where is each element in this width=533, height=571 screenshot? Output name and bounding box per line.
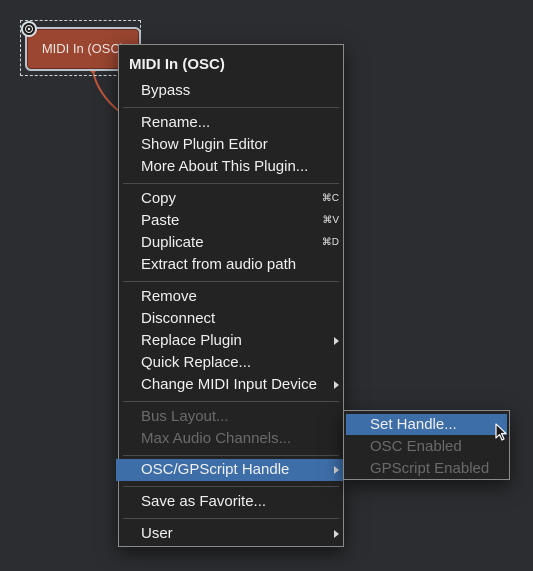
menu-item-label: OSC/GPScript Handle — [141, 461, 290, 478]
submenu-arrow-icon — [334, 381, 339, 389]
menu-item-more-about[interactable]: More About This Plugin... — [119, 156, 343, 178]
graph-canvas[interactable]: MIDI In (OSC) MIDI In (OSC) Bypass Renam… — [0, 0, 533, 571]
submenu-item-gpscript-enabled: GPScript Enabled — [370, 460, 490, 477]
menu-separator — [123, 455, 339, 456]
menu-item-rename[interactable]: Rename... — [119, 112, 343, 134]
menu-item-bypass[interactable]: Bypass — [119, 80, 343, 102]
mouse-cursor-icon — [495, 423, 507, 441]
menu-item-label: Duplicate — [141, 234, 204, 251]
menu-item-label: User — [141, 525, 173, 542]
menu-separator — [123, 401, 339, 402]
context-menu: MIDI In (OSC) Bypass Rename... Show Plug… — [116, 44, 344, 547]
menu-item-extract[interactable]: Extract from audio path — [119, 254, 343, 276]
menu-item-duplicate[interactable]: Duplicate ⌘D — [119, 232, 343, 254]
menu-item-copy[interactable]: Copy ⌘C — [119, 188, 343, 210]
menu-item-remove[interactable]: Remove — [119, 286, 343, 308]
submenu-arrow-icon — [334, 530, 339, 538]
menu-item-bus-layout: Bus Layout... — [141, 408, 229, 425]
menu-item-save-as-favorite[interactable]: Save as Favorite... — [119, 491, 343, 513]
menu-item-max-audio-channels: Max Audio Channels... — [141, 430, 292, 447]
shortcut-label: ⌘V — [322, 215, 339, 226]
menu-separator — [123, 107, 339, 108]
menu-separator — [123, 183, 339, 184]
menu-separator — [123, 486, 339, 487]
submenu-item-osc-enabled: OSC Enabled — [370, 438, 462, 455]
shortcut-label: ⌘D — [321, 237, 339, 248]
shortcut-label: ⌘C — [321, 193, 339, 204]
menu-item-user[interactable]: User — [119, 523, 343, 545]
menu-item-show-plugin-editor[interactable]: Show Plugin Editor — [119, 134, 343, 156]
menu-item-replace-plugin[interactable]: Replace Plugin — [119, 330, 343, 352]
menu-item-label: Change MIDI Input Device — [141, 376, 317, 393]
submenu-arrow-icon — [334, 466, 339, 474]
menu-item-osc-gpscript-handle[interactable]: OSC/GPScript Handle — [116, 459, 343, 481]
menu-item-label: Copy — [141, 190, 177, 207]
osc-handle-submenu: Set Handle... OSC Enabled GPScript Enabl… — [343, 410, 510, 480]
submenu-arrow-icon — [334, 337, 339, 345]
submenu-item-set-handle[interactable]: Set Handle... — [346, 414, 507, 435]
menu-item-label: Replace Plugin — [141, 332, 242, 349]
menu-separator — [123, 518, 339, 519]
menu-item-label: Paste — [141, 212, 180, 229]
menu-separator — [123, 281, 339, 282]
menu-item-quick-replace[interactable]: Quick Replace... — [119, 352, 343, 374]
plugin-options-icon[interactable] — [21, 21, 37, 37]
menu-item-paste[interactable]: Paste ⌘V — [119, 210, 343, 232]
menu-item-disconnect[interactable]: Disconnect — [119, 308, 343, 330]
menu-item-change-midi-input[interactable]: Change MIDI Input Device — [119, 374, 343, 396]
menu-header: MIDI In (OSC) — [129, 56, 225, 73]
